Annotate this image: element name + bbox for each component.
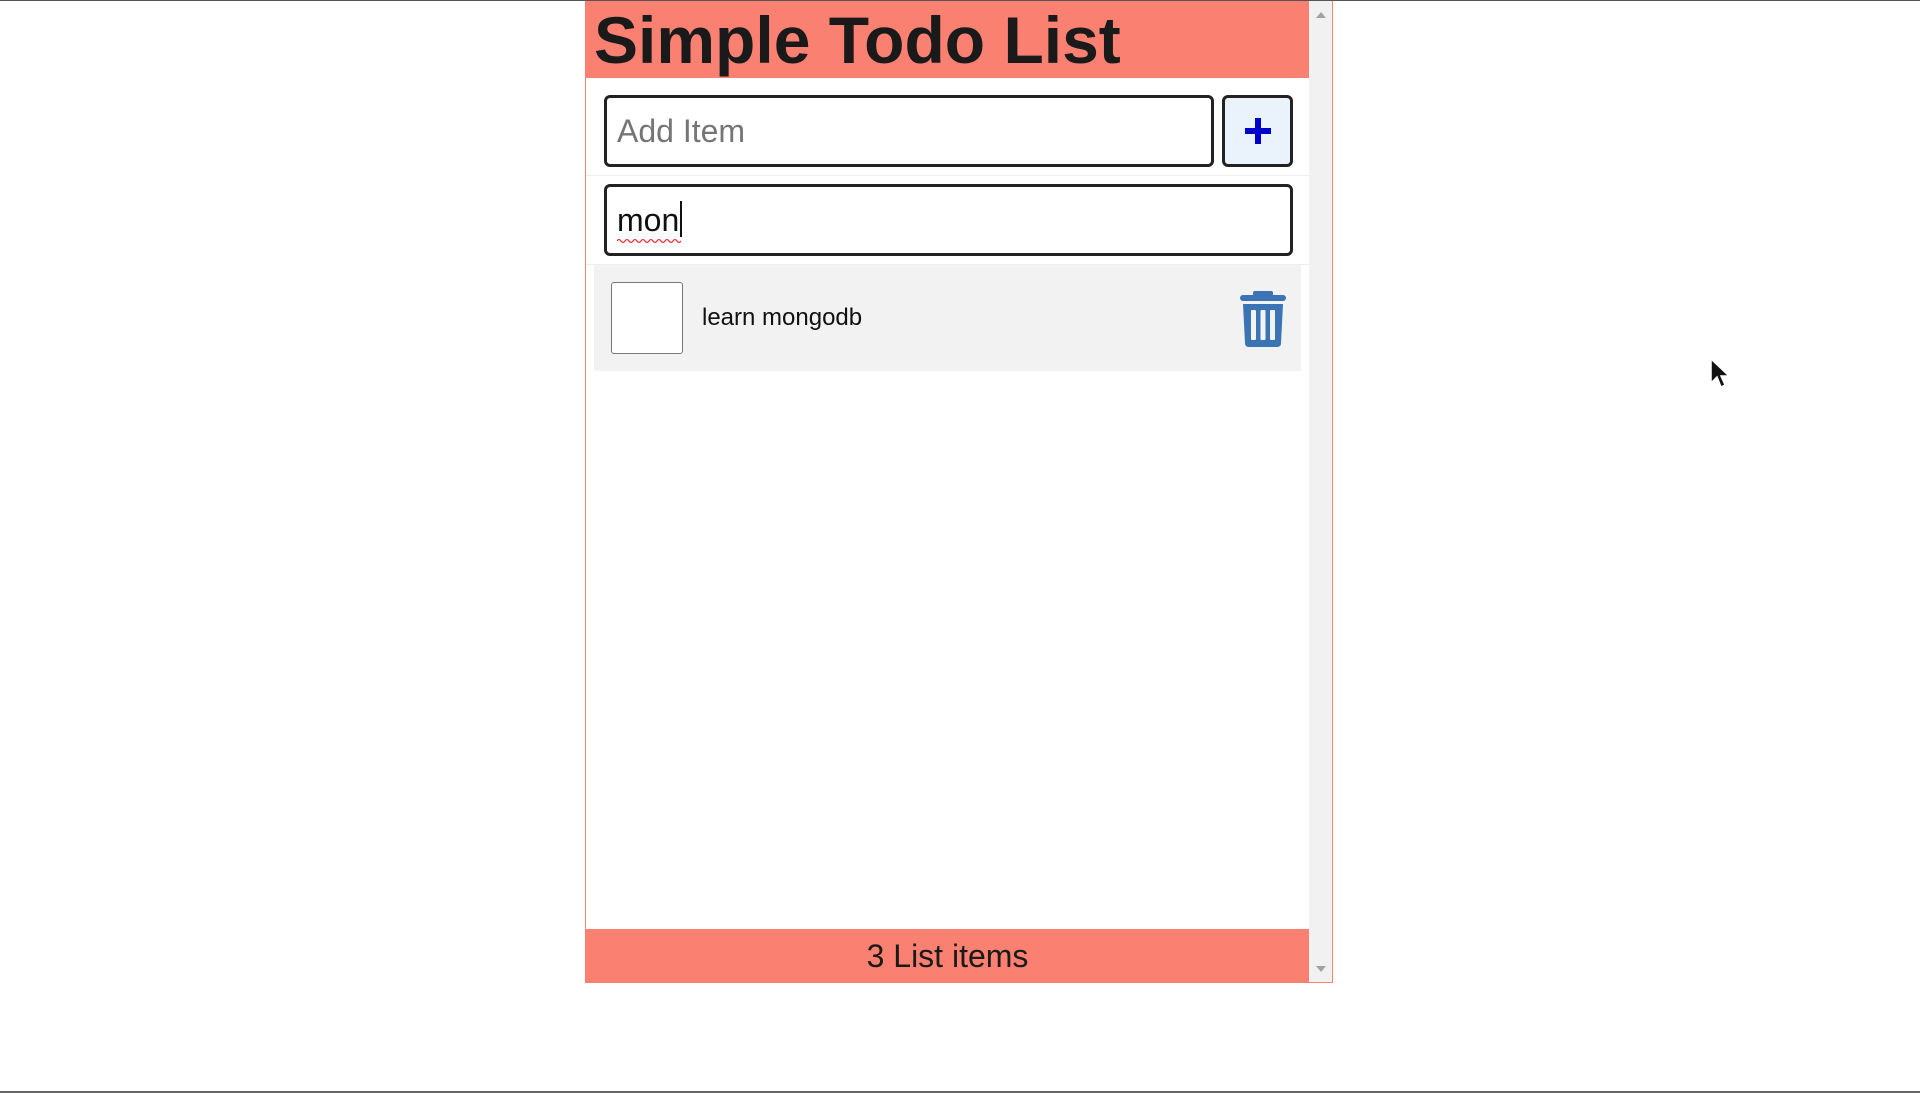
item-label[interactable]: learn mongodb	[702, 303, 862, 333]
search-field-wrapper: mon	[586, 176, 1309, 264]
todo-app: Simple Todo List mon l	[585, 1, 1333, 983]
page-title: Simple Todo List	[594, 2, 1121, 77]
triangle-up-icon	[1315, 11, 1326, 18]
delete-item-button[interactable]	[1238, 291, 1288, 347]
add-item-form	[586, 78, 1309, 176]
scroll-down-arrow[interactable]	[1309, 957, 1332, 980]
app-footer: 3 List items	[586, 929, 1309, 983]
item-checkbox[interactable]	[611, 282, 683, 354]
add-item-button[interactable]	[1222, 95, 1293, 167]
mouse-pointer-icon	[1710, 358, 1731, 389]
todo-list: learn mongodb	[586, 265, 1309, 371]
triangle-down-icon	[1315, 965, 1326, 972]
plus-icon	[1244, 118, 1271, 144]
app-content: Simple Todo List mon l	[586, 1, 1309, 983]
trash-icon	[1240, 291, 1286, 347]
search-input[interactable]	[604, 184, 1293, 256]
add-item-input[interactable]	[604, 95, 1214, 167]
app-header: Simple Todo List	[586, 1, 1309, 78]
vertical-scrollbar[interactable]	[1309, 1, 1332, 982]
list-item: learn mongodb	[594, 265, 1301, 371]
item-count: 3 List items	[866, 937, 1029, 974]
spellcheck-underline	[617, 238, 681, 244]
scroll-up-arrow[interactable]	[1309, 3, 1332, 26]
search-form: mon	[586, 176, 1309, 265]
